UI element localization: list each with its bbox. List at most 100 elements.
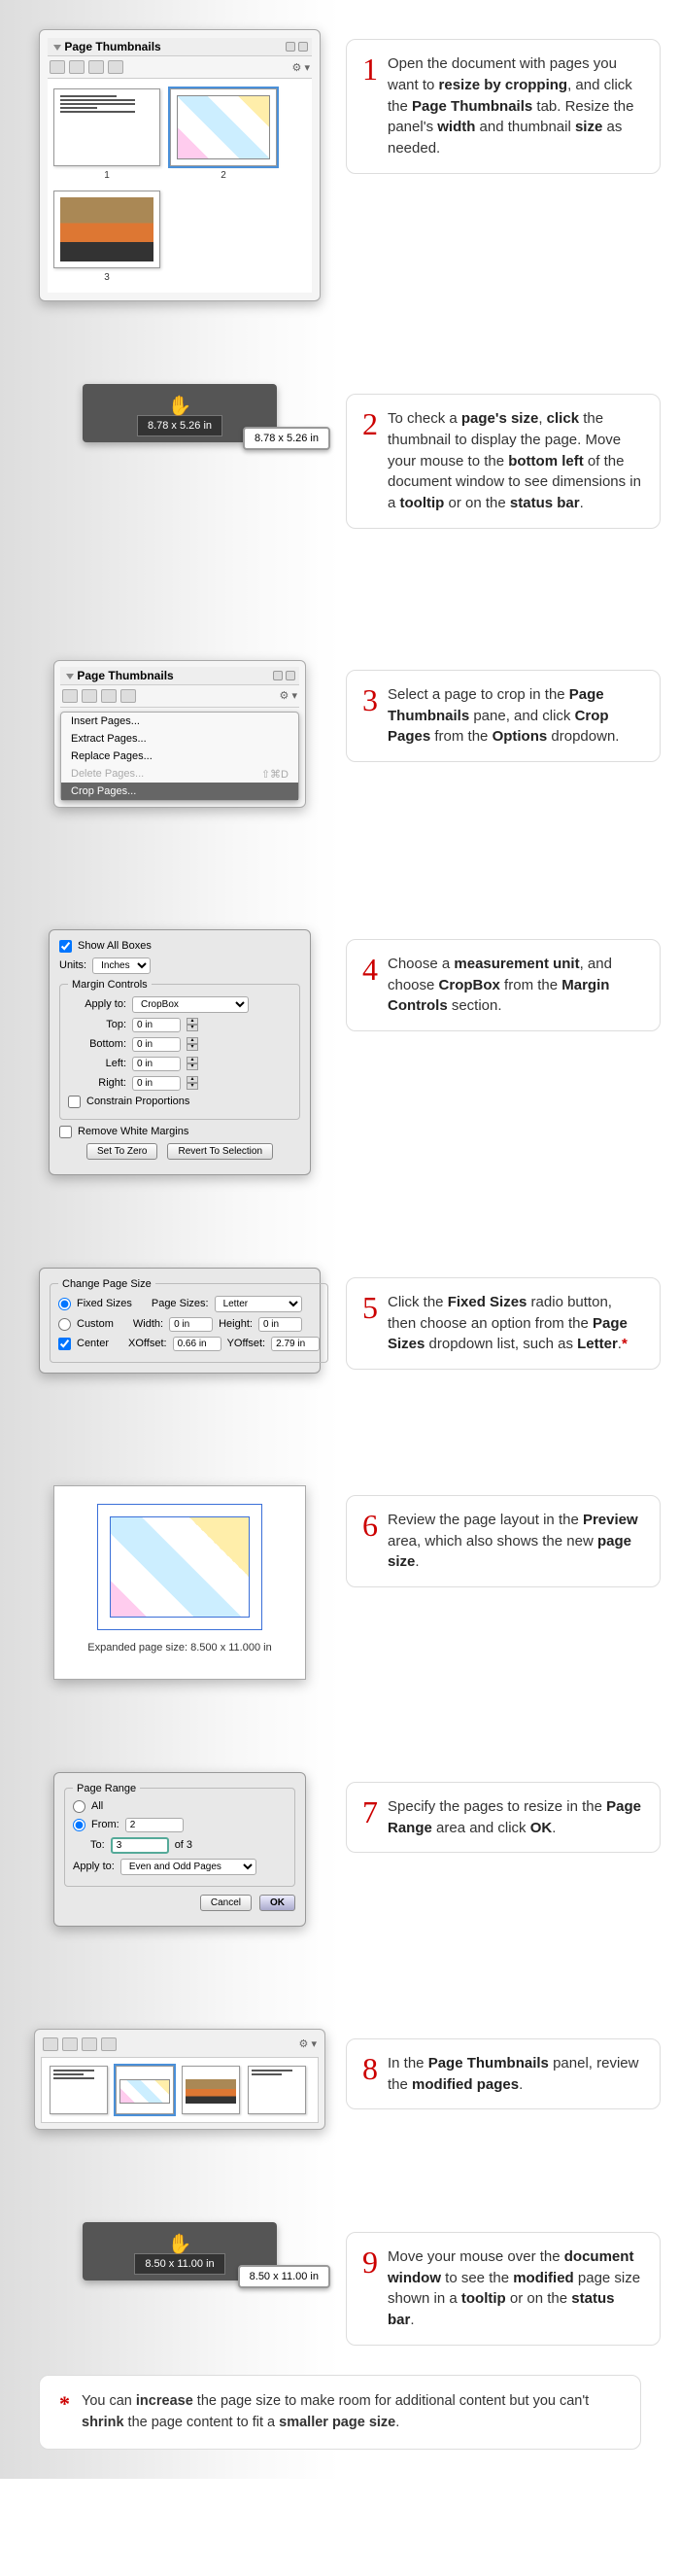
units-select[interactable]: Inches — [92, 957, 151, 974]
step-number: 9 — [362, 2246, 378, 2278]
menu-crop-pages[interactable]: Crop Pages... — [61, 783, 298, 800]
fixed-sizes-radio[interactable] — [58, 1298, 71, 1310]
tool-icon[interactable] — [82, 2037, 97, 2051]
options-gear-icon[interactable]: ⚙ ▾ — [280, 689, 297, 703]
window-min-icon[interactable] — [286, 42, 295, 52]
step-8: ⚙ ▾ 8 In the Page Thumbnails panel, revi… — [19, 2029, 661, 2130]
tool-icon[interactable] — [82, 689, 97, 703]
custom-radio[interactable] — [58, 1318, 71, 1331]
set-to-zero-button[interactable]: Set To Zero — [86, 1143, 158, 1160]
height-input[interactable] — [258, 1317, 302, 1332]
all-radio[interactable] — [73, 1800, 85, 1813]
from-radio[interactable] — [73, 1819, 85, 1831]
height-label: Height: — [219, 1318, 253, 1330]
tool-icon[interactable] — [69, 60, 85, 74]
menu-extract-pages[interactable]: Extract Pages... — [61, 730, 298, 748]
preview-caption-label: Expanded page size: — [87, 1642, 187, 1654]
step-3: Page Thumbnails ⚙ ▾ Insert Pag — [19, 660, 661, 808]
change-page-size-section: Change Page Size Fixed Sizes Page Sizes:… — [39, 1268, 321, 1374]
stepper-up[interactable]: ▴ — [187, 1057, 198, 1063]
preview-caption-value: 8.500 x 11.000 in — [190, 1642, 272, 1654]
panel-collapse-icon[interactable] — [53, 45, 61, 51]
from-label: From: — [91, 1819, 119, 1830]
page-thumbnails-horizontal: ⚙ ▾ — [34, 2029, 325, 2130]
tool-icon[interactable] — [101, 2037, 117, 2051]
tool-icon[interactable] — [62, 689, 78, 703]
from-input[interactable] — [125, 1818, 184, 1832]
top-label: Top: — [68, 1019, 126, 1030]
bottom-input[interactable] — [132, 1037, 181, 1052]
right-input[interactable] — [132, 1076, 181, 1091]
window-close-icon[interactable] — [298, 42, 308, 52]
stepper-up[interactable]: ▴ — [187, 1076, 198, 1083]
tool-icon[interactable] — [50, 60, 65, 74]
footnote-asterisk-icon: * — [59, 2391, 70, 2417]
page-sizes-select[interactable]: Letter — [215, 1296, 302, 1312]
center-checkbox[interactable] — [58, 1338, 71, 1350]
statusbar-size: 8.50 x 11.00 in — [134, 2253, 224, 2275]
panel-collapse-icon[interactable] — [66, 674, 74, 679]
step-1: Page Thumbnails ⚙ ▾ — [19, 29, 661, 301]
to-input[interactable] — [111, 1837, 169, 1854]
fixed-sizes-label: Fixed Sizes — [77, 1298, 132, 1309]
step-3-callout: 3 Select a page to crop in the Page Thum… — [346, 670, 661, 762]
tool-icon[interactable] — [43, 2037, 58, 2051]
hand-cursor-icon: ✋ — [168, 2232, 192, 2256]
apply-to-select[interactable]: CropBox — [132, 996, 249, 1013]
remove-white-checkbox[interactable] — [59, 1126, 72, 1138]
yoffset-input[interactable] — [271, 1337, 320, 1351]
step-number: 3 — [362, 684, 378, 715]
options-gear-icon[interactable]: ⚙ ▾ — [299, 2037, 317, 2051]
top-input[interactable] — [132, 1018, 181, 1032]
step-6-text: Review the page layout in the Preview ar… — [388, 1510, 644, 1573]
show-all-boxes-label: Show All Boxes — [78, 940, 152, 952]
page-thumbnail-3[interactable] — [53, 191, 160, 268]
constrain-label: Constrain Proportions — [86, 1096, 189, 1107]
page-thumb[interactable] — [182, 2066, 240, 2114]
document-window-bottom-modified: ✋ 8.50 x 11.00 in 8.50 x 11.00 in — [83, 2222, 277, 2280]
step-number: 2 — [362, 408, 378, 439]
step-6-callout: 6 Review the page layout in the Preview … — [346, 1495, 661, 1587]
show-all-boxes-checkbox[interactable] — [59, 940, 72, 953]
revert-button[interactable]: Revert To Selection — [167, 1143, 273, 1160]
xoffset-input[interactable] — [173, 1337, 221, 1351]
tool-icon[interactable] — [120, 689, 136, 703]
left-input[interactable] — [132, 1057, 181, 1071]
page-thumb[interactable] — [248, 2066, 306, 2114]
custom-label: Custom — [77, 1318, 114, 1330]
tool-icon[interactable] — [101, 689, 117, 703]
thumb-label: 3 — [104, 272, 110, 283]
document-window-bottom: ✋ 8.78 x 5.26 in 8.78 x 5.26 in — [83, 384, 277, 442]
window-close-icon[interactable] — [286, 671, 295, 680]
tool-icon[interactable] — [88, 60, 104, 74]
page-thumbnail-2[interactable] — [170, 88, 277, 166]
menu-insert-pages[interactable]: Insert Pages... — [61, 713, 298, 730]
menu-replace-pages[interactable]: Replace Pages... — [61, 748, 298, 765]
step-5-text: Click the Fixed Sizes radio button, then… — [388, 1292, 644, 1355]
hand-cursor-icon: ✋ — [168, 394, 192, 418]
options-gear-icon[interactable]: ⚙ ▾ — [292, 60, 310, 74]
window-min-icon[interactable] — [273, 671, 283, 680]
constrain-checkbox[interactable] — [68, 1096, 81, 1108]
step-9-text: Move your mouse over the document window… — [388, 2246, 644, 2331]
stepper-down[interactable]: ▾ — [187, 1063, 198, 1070]
page-thumb[interactable] — [50, 2066, 108, 2114]
tool-icon[interactable] — [108, 60, 123, 74]
page-thumbnail-1[interactable] — [53, 88, 160, 166]
step-2: ✋ 8.78 x 5.26 in 8.78 x 5.26 in 2 To che… — [19, 384, 661, 529]
stepper-up[interactable]: ▴ — [187, 1018, 198, 1025]
page-range-section: Page Range All From: To: of 3 — [53, 1772, 306, 1927]
apply-to-select[interactable]: Even and Odd Pages — [120, 1859, 256, 1875]
step-7-callout: 7 Specify the pages to resize in the Pag… — [346, 1782, 661, 1854]
width-input[interactable] — [169, 1317, 213, 1332]
cancel-button[interactable]: Cancel — [200, 1895, 252, 1911]
page-thumb[interactable] — [116, 2066, 174, 2114]
right-label: Right: — [68, 1077, 126, 1089]
thumb-toolbar: ⚙ ▾ — [48, 56, 312, 79]
stepper-down[interactable]: ▾ — [187, 1083, 198, 1090]
stepper-down[interactable]: ▾ — [187, 1025, 198, 1031]
stepper-up[interactable]: ▴ — [187, 1037, 198, 1044]
stepper-down[interactable]: ▾ — [187, 1044, 198, 1051]
tool-icon[interactable] — [62, 2037, 78, 2051]
ok-button[interactable]: OK — [259, 1895, 295, 1911]
